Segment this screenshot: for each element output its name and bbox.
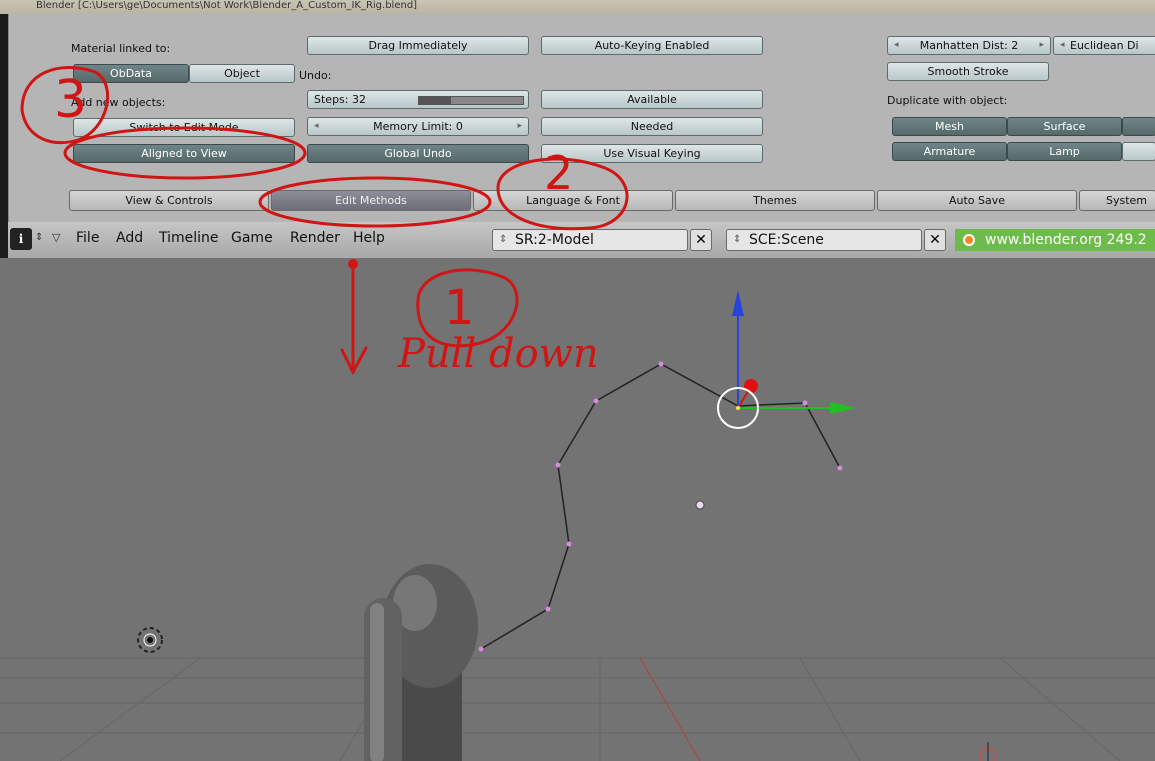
annotation-number-3: 3 <box>54 70 88 130</box>
menu-file[interactable]: File <box>76 230 99 246</box>
duplicate-curve-button[interactable] <box>1122 117 1155 136</box>
duplicate-armature-button[interactable]: Armature <box>892 142 1007 161</box>
object-button[interactable]: Object <box>189 64 295 83</box>
manhattan-value: Manhatten Dist: 2 <box>919 39 1019 52</box>
drag-immediately-button[interactable]: Drag Immediately <box>307 36 529 55</box>
duplicate-lamp-button[interactable]: Lamp <box>1007 142 1122 161</box>
smooth-stroke-button[interactable]: Smooth Stroke <box>887 62 1049 81</box>
menu-add[interactable]: Add <box>116 230 143 246</box>
editor-type-arrows-icon[interactable]: ⇕ <box>35 232 43 243</box>
menu-help[interactable]: Help <box>353 230 385 246</box>
dropdown-arrows-icon[interactable]: ⇕ <box>733 230 741 250</box>
annotation-pull-down-text: Pull down <box>398 331 599 377</box>
blender-logo-icon <box>963 234 975 246</box>
material-linked-label: Material linked to: <box>71 42 171 55</box>
pole-target[interactable] <box>695 500 705 510</box>
screen-name: SR:2-Model <box>515 232 594 248</box>
steps-value: Steps: 32 <box>314 93 366 106</box>
memory-limit-field[interactable]: ◂ Memory Limit: 0 ▸ <box>307 117 529 136</box>
collapse-triangle-icon[interactable]: ▽ <box>52 231 60 244</box>
increment-arrow-icon[interactable]: ▸ <box>517 118 522 135</box>
undo-label: Undo: <box>299 69 332 82</box>
global-undo-button[interactable]: Global Undo <box>307 144 529 163</box>
delete-screen-x-icon[interactable]: ✕ <box>690 229 712 251</box>
memory-limit-value: Memory Limit: 0 <box>373 120 463 133</box>
menu-render[interactable]: Render <box>290 230 340 246</box>
decrement-arrow-icon[interactable]: ◂ <box>894 37 899 54</box>
tab-edit-methods[interactable]: Edit Methods <box>271 190 471 211</box>
bone-joints <box>478 361 843 652</box>
lamp-object-icon[interactable] <box>979 742 997 761</box>
x-axis-line <box>639 657 701 761</box>
window-title: Blender [C:\Users\ge\Documents\Not Work\… <box>0 0 1155 14</box>
visual-keying-button[interactable]: Use Visual Keying <box>541 144 763 163</box>
auto-keying-button[interactable]: Auto-Keying Enabled <box>541 36 763 55</box>
tab-view-controls[interactable]: View & Controls <box>69 190 269 211</box>
aligned-to-view-button[interactable]: Aligned to View <box>73 144 295 163</box>
tab-themes[interactable]: Themes <box>675 190 875 211</box>
scene-selector[interactable]: ⇕ SCE:Scene <box>726 229 922 251</box>
switch-to-edit-mode-button[interactable]: Switch to Edit Mode <box>73 118 295 137</box>
duplicate-mesh-button[interactable]: Mesh <box>892 117 1007 136</box>
decrement-arrow-icon[interactable]: ◂ <box>1060 37 1065 54</box>
duplicate-material-button[interactable] <box>1122 142 1155 161</box>
steps-slider-fill <box>419 97 451 104</box>
undo-steps-slider[interactable]: Steps: 32 <box>307 90 529 109</box>
tab-system[interactable]: System <box>1079 190 1155 211</box>
dropdown-arrows-icon[interactable]: ⇕ <box>499 230 507 250</box>
left-edge <box>0 14 8 258</box>
manhattan-dist-field[interactable]: ◂ Manhatten Dist: 2 ▸ <box>887 36 1051 55</box>
character-mesh[interactable] <box>364 564 478 761</box>
transform-manipulator-icon[interactable] <box>717 290 856 429</box>
version-text: www.blender.org 249.2 <box>985 232 1147 248</box>
delete-scene-x-icon[interactable]: ✕ <box>924 229 946 251</box>
annotation-number-1: 1 <box>444 280 475 336</box>
blender-version-status: www.blender.org 249.2 <box>955 229 1155 251</box>
duplicate-with-object-label: Duplicate with object: <box>887 94 1008 107</box>
increment-arrow-icon[interactable]: ▸ <box>1039 37 1044 54</box>
available-button[interactable]: Available <box>541 90 763 109</box>
euclidean-value: Euclidean Di <box>1070 39 1139 52</box>
needed-button[interactable]: Needed <box>541 117 763 136</box>
info-editor-icon[interactable]: i <box>10 228 32 250</box>
3d-cursor-icon[interactable] <box>137 627 163 653</box>
info-header: i ⇕ ▽ File Add Timeline Game Render Help… <box>8 222 1155 259</box>
bone-chain[interactable] <box>480 363 841 650</box>
menu-game[interactable]: Game <box>231 230 273 246</box>
obdata-button[interactable]: ObData <box>73 64 189 83</box>
scene-name: SCE:Scene <box>749 232 824 248</box>
duplicate-surface-button[interactable]: Surface <box>1007 117 1122 136</box>
euclidean-dist-field[interactable]: ◂ Euclidean Di <box>1053 36 1155 55</box>
steps-slider-track[interactable] <box>418 96 524 105</box>
screen-selector[interactable]: ⇕ SR:2-Model <box>492 229 688 251</box>
tab-auto-save[interactable]: Auto Save <box>877 190 1077 211</box>
decrement-arrow-icon[interactable]: ◂ <box>314 118 319 135</box>
floor-grid <box>0 657 1155 761</box>
annotation-number-2: 2 <box>544 146 574 200</box>
user-preferences-panel: Material linked to: ObData Object Add ne… <box>8 14 1155 222</box>
menu-timeline[interactable]: Timeline <box>159 230 219 246</box>
